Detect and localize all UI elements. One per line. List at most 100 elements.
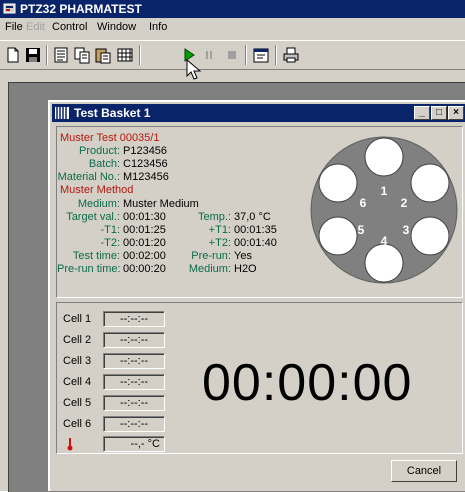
medium-row: Medium: Muster Medium [57,198,307,211]
cell-4-value: --:--:-- [103,374,165,390]
medium2-label: Medium: [188,263,231,275]
thermometer-icon [67,438,73,451]
test-heading: Muster Test 00035/1 [60,132,160,144]
batch-value: C123456 [123,158,168,170]
material-value: M123456 [123,171,169,183]
save-icon[interactable] [24,46,42,64]
maximize-button[interactable]: □ [431,106,447,120]
basket-tube-1[interactable] [364,137,404,177]
product-value: P123456 [123,145,168,157]
cell-5-label: Cell 5 [63,397,92,409]
basket-icon [55,107,69,119]
cell-1-label: Cell 1 [63,313,92,325]
toolbar-separator [245,45,247,65]
t2-minus-value: 00:01:20 [123,237,166,249]
product-label: Product: [79,145,120,157]
properties-icon[interactable] [252,46,270,64]
app-icon [3,3,16,14]
new-icon[interactable] [4,46,22,64]
batch-label: Batch: [88,158,120,170]
test-info-panel: Muster Test 00035/1 Product: P123456 Bat… [56,126,463,298]
material-label: Material No.: [57,171,120,183]
cell-1-value: --:--:-- [103,311,165,327]
menu-edit: Edit [26,21,45,33]
toolbar-separator [139,45,141,65]
child-title: Test Basket 1 [74,106,151,120]
menu-file[interactable]: File [5,21,23,33]
t1-minus-value: 00:01:25 [123,224,166,236]
testtime-row: Test time: 00:02:00 Pre-run: Yes [57,250,307,263]
t1-minus-label: -T1: [100,224,120,236]
t1-plus-value: 00:01:35 [234,224,277,236]
menu-window[interactable]: Window [97,21,136,33]
paste-icon[interactable] [94,46,112,64]
stop-icon [223,46,241,64]
testtime-value: 00:02:00 [123,250,166,262]
medium-value: Muster Medium [123,198,199,210]
basket-tube-2[interactable] [410,163,450,203]
menu-info[interactable]: Info [149,21,167,33]
toolbar [0,40,465,80]
t2-plus-value: 00:01:40 [234,237,277,249]
grid-icon[interactable] [116,46,134,64]
target-value: 00:01:30 [123,211,166,223]
main-timer: 00:00:00 [202,354,413,412]
batch-row: Batch: C123456 [57,158,307,171]
cursor-icon [186,59,202,80]
basket-tube-6[interactable] [318,163,358,203]
disc-label-3: 3 [403,223,410,237]
target-row: Target val.: 00:01:30 Temp.: 37,0 °C [57,211,307,224]
medium-label: Medium: [77,198,120,210]
minimize-button[interactable]: _ [414,106,430,120]
basket-tube-4[interactable] [364,243,404,283]
temperature-value: --,- °C [103,436,165,452]
disc-label-5: 5 [358,223,365,237]
app-title-bar[interactable]: PTZ32 PHARMATEST [0,0,465,18]
disc-label-4: 4 [381,234,388,248]
product-row: Product: P123456 [57,145,307,158]
temp-label: Temp.: [197,211,231,223]
cancel-button[interactable]: Cancel [391,460,457,482]
cell-3-value: --:--:-- [103,353,165,369]
cell-5-value: --:--:-- [103,395,165,411]
basket-tube-3[interactable] [410,216,450,256]
preruntime-label: Pre-run time: [57,263,121,275]
t2-plus-label: +T2: [208,237,231,249]
toolbar-separator [275,45,277,65]
app-title: PTZ32 PHARMATEST [20,2,142,16]
testtime-label: Test time: [72,250,120,262]
temp-value: 37,0 °C [234,211,271,223]
menu-bar: File Edit Control Window Info [0,18,465,38]
t1-row: -T1: 00:01:25 +T1: 00:01:35 [57,224,307,237]
child-title-bar[interactable]: Test Basket 1 _ □ × [52,104,465,122]
cell-3-label: Cell 3 [63,355,92,367]
copy-icon[interactable] [73,46,91,64]
cell-4-label: Cell 4 [63,376,92,388]
doc-icon[interactable] [52,46,70,64]
disc-label-2: 2 [401,196,408,210]
cell-6-value: --:--:-- [103,416,165,432]
pause-icon [200,46,218,64]
disc-label-1: 1 [381,184,388,198]
disc-label-6: 6 [360,196,367,210]
target-label: Target val.: [66,211,120,223]
t1-plus-label: +T1: [208,224,231,236]
close-button[interactable]: × [448,106,464,120]
prerun-value: Yes [234,250,252,262]
basket-disc: 1 2 3 4 5 6 [310,136,458,284]
cell-2-value: --:--:-- [103,332,165,348]
material-row: Material No.: M123456 [57,171,307,184]
preruntime-value: 00:00:20 [123,263,166,275]
print-icon[interactable] [282,46,300,64]
method-heading: Muster Method [60,184,134,196]
toolbar-separator [46,45,48,65]
menu-control[interactable]: Control [52,21,87,33]
medium2-value: H2O [234,263,257,275]
cell-6-label: Cell 6 [63,418,92,430]
test-basket-window: Test Basket 1 _ □ × Muster Test 00035/1 … [48,100,465,491]
prerun-label: Pre-run: [191,250,231,262]
basket-tube-5[interactable] [318,216,358,256]
app-window: PTZ32 PHARMATEST File Edit Control Windo… [0,0,465,492]
t2-row: -T2: 00:01:20 +T2: 00:01:40 [57,237,307,250]
cell-timer-panel: Cell 1 --:--:-- Cell 2 --:--:-- Cell 3 -… [56,302,463,454]
